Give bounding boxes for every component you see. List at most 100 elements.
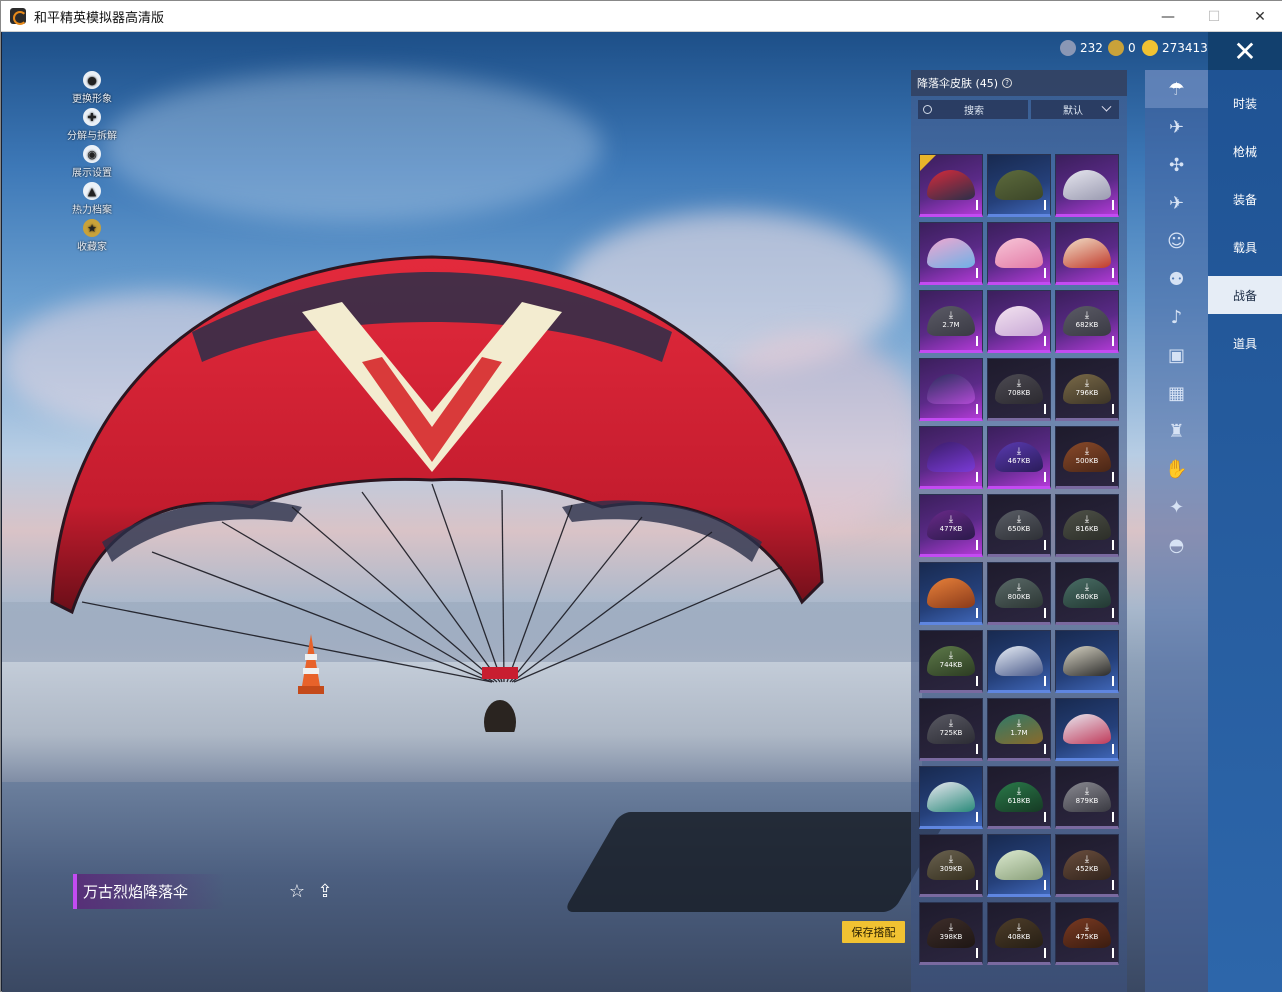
skin-panel: 降落伞皮肤 (45) ? 搜索 默认 ⤓ 2.7M ⤓ 682KB ⤓ 708KB ⤓ 796…	[911, 70, 1127, 992]
skin-item[interactable]: ⤓ 744KB	[919, 630, 983, 693]
quantity-bar	[976, 948, 978, 958]
skin-item[interactable]: ⤓ 398KB	[919, 902, 983, 965]
skin-item[interactable]	[919, 766, 983, 829]
side-action-label: 热力档案	[72, 205, 112, 216]
download-size: 650KB	[1007, 525, 1031, 533]
skin-item[interactable]: ⤓ 1.7M	[987, 698, 1051, 761]
download-size: 475KB	[1075, 933, 1099, 941]
skin-item[interactable]: ⤓ 650KB	[987, 494, 1051, 557]
skin-item[interactable]	[919, 222, 983, 285]
skin-item[interactable]: ⤓ 408KB	[987, 902, 1051, 965]
skin-item[interactable]	[919, 358, 983, 421]
skin-item[interactable]: ⤓ 708KB	[987, 358, 1051, 421]
skin-item[interactable]	[987, 154, 1051, 217]
skin-item[interactable]	[987, 222, 1051, 285]
app-window: 和平精英模拟器高清版 — ☐ ✕ ● 更换形象 ✚ 分解与拆解 ◉ 展示设置 ▲…	[0, 0, 1282, 992]
skin-item[interactable]: ⤓ 475KB	[1055, 902, 1119, 965]
currency-gold[interactable]: 273413	[1142, 40, 1208, 56]
currency-coupon[interactable]: 232	[1060, 40, 1103, 56]
ufo-icon[interactable]: ◓	[1145, 526, 1208, 564]
fire-extinguisher-icon[interactable]: ♜	[1145, 412, 1208, 450]
sort-dropdown[interactable]: 默认	[1031, 100, 1119, 119]
skin-item[interactable]	[1055, 154, 1119, 217]
favorite-star-icon[interactable]: ☆	[286, 880, 308, 902]
skin-item[interactable]: ⤓ 879KB	[1055, 766, 1119, 829]
skin-item[interactable]: ⤓ 2.7M	[919, 290, 983, 353]
heat-archive-button[interactable]: ▲ 热力档案	[60, 179, 124, 216]
glider-icon[interactable]: ✈	[1145, 108, 1208, 146]
plane-icon[interactable]: ✈	[1145, 184, 1208, 222]
quantity-bar	[1044, 268, 1046, 278]
skin-item[interactable]: ⤓ 309KB	[919, 834, 983, 897]
download-badge: ⤓ 1.7M	[988, 719, 1050, 738]
parachute-preview[interactable]	[42, 222, 832, 732]
sticker-icon[interactable]: ▣	[1145, 336, 1208, 374]
skin-item[interactable]	[987, 834, 1051, 897]
download-badge: ⤓ 682KB	[1056, 311, 1118, 330]
parachute-icon[interactable]: ☂	[1145, 70, 1208, 108]
skin-item[interactable]	[919, 562, 983, 625]
window-close-button[interactable]: ✕	[1237, 1, 1282, 32]
skin-item[interactable]	[1055, 630, 1119, 693]
download-size: 477KB	[939, 525, 963, 533]
display-settings-button[interactable]: ◉ 展示设置	[60, 142, 124, 179]
download-icon: ⤓	[1016, 786, 1022, 797]
skin-item[interactable]	[919, 426, 983, 489]
skin-item[interactable]: ⤓ 452KB	[1055, 834, 1119, 897]
skin-item[interactable]	[987, 290, 1051, 353]
tab-3[interactable]: 载具	[1208, 228, 1282, 266]
magic-wand-icon[interactable]: ✦	[1145, 488, 1208, 526]
maximize-button[interactable]: ☐	[1191, 1, 1237, 32]
tab-4[interactable]: 战备	[1208, 276, 1282, 314]
download-icon: ⤓	[1084, 514, 1090, 525]
quantity-bar	[976, 744, 978, 754]
skin-item[interactable]	[1055, 698, 1119, 761]
minimize-button[interactable]: —	[1145, 1, 1191, 32]
change-appearance-button[interactable]: ● 更换形象	[60, 68, 124, 105]
drone-icon[interactable]: ✣	[1145, 146, 1208, 184]
quantity-bar	[1044, 812, 1046, 822]
skin-item[interactable]: ⤓ 800KB	[987, 562, 1051, 625]
skin-item[interactable]: ⤓ 680KB	[1055, 562, 1119, 625]
download-badge: ⤓ 452KB	[1056, 855, 1118, 874]
skin-item[interactable]: ⤓ 477KB	[919, 494, 983, 557]
tab-0[interactable]: 时装	[1208, 84, 1282, 122]
skin-item[interactable]: ⤓ 725KB	[919, 698, 983, 761]
skin-item[interactable]	[919, 154, 983, 217]
hand-gesture-icon[interactable]: ✋	[1145, 450, 1208, 488]
side-action-label: 更换形象	[72, 94, 112, 105]
skin-item[interactable]	[987, 630, 1051, 693]
skin-item[interactable]: ⤓ 816KB	[1055, 494, 1119, 557]
skin-item[interactable]: ⤓ 796KB	[1055, 358, 1119, 421]
image-frame-icon[interactable]: ▦	[1145, 374, 1208, 412]
quantity-bar	[1112, 948, 1114, 958]
selected-item-name: 万古烈焰降落伞	[73, 874, 225, 909]
skin-item[interactable]: ⤓ 682KB	[1055, 290, 1119, 353]
tab-1[interactable]: 枪械	[1208, 132, 1282, 170]
quantity-bar	[1112, 336, 1114, 346]
parachute-thumbnail	[1063, 713, 1111, 744]
currency-token[interactable]: 0	[1108, 40, 1136, 56]
speaker-icon[interactable]: ♪	[1145, 298, 1208, 336]
skin-item[interactable]	[1055, 222, 1119, 285]
close-icon[interactable]: ✕	[1208, 32, 1282, 70]
help-icon[interactable]: ?	[1002, 78, 1013, 88]
search-input[interactable]: 搜索	[918, 100, 1028, 119]
skin-item[interactable]: ⤓ 618KB	[987, 766, 1051, 829]
collector-button[interactable]: ★ 收藏家	[60, 216, 124, 253]
tab-2[interactable]: 装备	[1208, 180, 1282, 218]
save-outfit-button[interactable]: 保存搭配	[842, 921, 905, 943]
skin-item[interactable]: ⤓ 500KB	[1055, 426, 1119, 489]
share-icon[interactable]: ⇪	[314, 880, 336, 902]
robot-icon[interactable]: ⚉	[1145, 260, 1208, 298]
skin-item[interactable]: ⤓ 467KB	[987, 426, 1051, 489]
download-badge: ⤓ 725KB	[920, 719, 982, 738]
emote-face-icon[interactable]: ☺	[1145, 222, 1208, 260]
tab-5[interactable]: 道具	[1208, 324, 1282, 362]
download-icon: ⤓	[948, 650, 954, 661]
decompose-button[interactable]: ✚ 分解与拆解	[60, 105, 124, 142]
download-size: 398KB	[939, 933, 963, 941]
download-icon: ⤓	[1016, 922, 1022, 933]
quantity-bar	[1044, 948, 1046, 958]
download-badge: ⤓ 796KB	[1056, 379, 1118, 398]
